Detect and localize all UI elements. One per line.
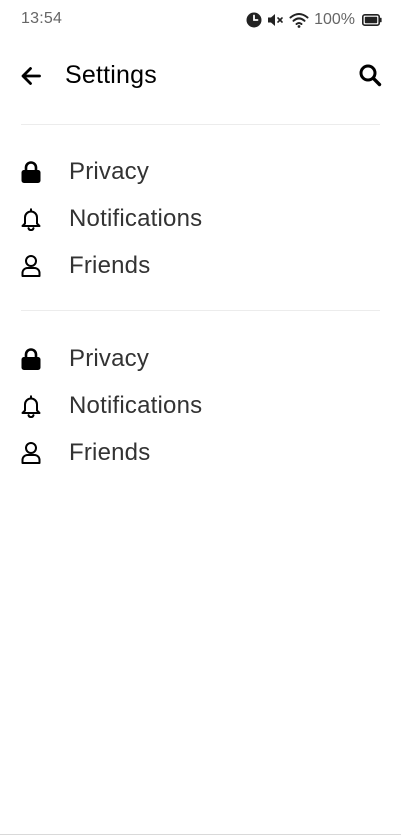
- settings-item-label: Notifications: [69, 204, 203, 232]
- settings-item-label: Friends: [69, 438, 151, 466]
- settings-item-notifications[interactable]: Notifications: [0, 382, 401, 429]
- wifi-icon: [289, 12, 309, 28]
- settings-item-friends[interactable]: Friends: [0, 429, 401, 476]
- settings-item-privacy[interactable]: Privacy: [0, 148, 401, 195]
- person-icon: [19, 441, 43, 465]
- lock-icon: [19, 347, 43, 371]
- app-bar: Settings: [0, 53, 401, 101]
- settings-item-label: Friends: [69, 251, 151, 279]
- settings-section: Privacy Notifications Friends: [0, 148, 401, 289]
- back-button[interactable]: [14, 61, 48, 95]
- person-icon: [19, 254, 43, 278]
- bell-icon: [19, 394, 43, 418]
- alarm-icon: [246, 12, 262, 28]
- battery-icon: [362, 14, 382, 26]
- divider: [21, 310, 380, 311]
- battery-percent: 100%: [314, 11, 355, 28]
- mute-icon: [267, 13, 284, 27]
- status-bar: 13:54 100%: [0, 0, 401, 40]
- settings-item-notifications[interactable]: Notifications: [0, 195, 401, 242]
- settings-item-label: Notifications: [69, 391, 203, 419]
- page-title: Settings: [65, 61, 157, 89]
- settings-section: Privacy Notifications Friends: [0, 335, 401, 476]
- status-icons: 100%: [246, 9, 382, 31]
- lock-icon: [19, 160, 43, 184]
- divider: [21, 124, 380, 125]
- arrow-left-icon: [19, 64, 43, 93]
- status-time: 13:54: [21, 10, 63, 27]
- settings-item-privacy[interactable]: Privacy: [0, 335, 401, 382]
- settings-item-friends[interactable]: Friends: [0, 242, 401, 289]
- settings-item-label: Privacy: [69, 157, 150, 185]
- search-button[interactable]: [355, 62, 385, 92]
- search-icon: [358, 63, 382, 92]
- settings-item-label: Privacy: [69, 344, 150, 372]
- bell-icon: [19, 207, 43, 231]
